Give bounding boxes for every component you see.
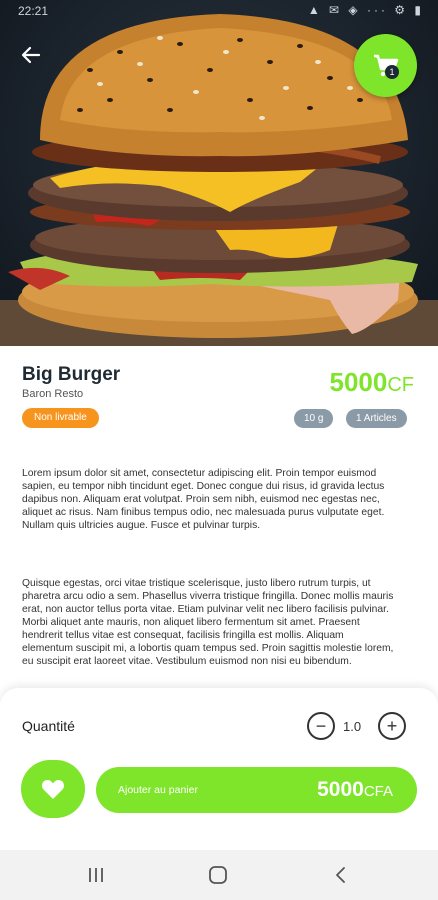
add-price-currency: CFA <box>363 783 393 800</box>
add-to-cart-label: Ajouter au panier <box>118 784 198 796</box>
decrease-quantity-button[interactable]: − <box>307 712 335 740</box>
add-price-amount: 5000 <box>317 778 364 801</box>
product-price: 5000CF <box>329 367 414 398</box>
price-currency: CF <box>387 374 414 396</box>
back-button[interactable] <box>16 40 46 70</box>
description-paragraph-2: Quisque egestas, orci vitae tristique sc… <box>22 578 394 667</box>
back-nav-button[interactable] <box>328 862 354 888</box>
heart-icon <box>41 780 65 799</box>
recent-apps-button[interactable] <box>83 862 109 888</box>
home-icon <box>209 866 227 884</box>
favorite-button[interactable] <box>21 760 85 818</box>
home-button[interactable] <box>205 862 231 888</box>
arrow-left-icon <box>21 46 41 64</box>
status-time: 22:21 <box>18 4 49 18</box>
restaurant-name: Baron Resto <box>22 388 84 400</box>
increase-quantity-button[interactable]: + <box>378 712 406 740</box>
availability-badge: Non livrable <box>22 408 99 428</box>
weight-badge: 10 g <box>294 409 334 428</box>
chevron-left-icon <box>336 867 345 883</box>
product-title: Big Burger <box>22 364 121 385</box>
recent-apps-icon <box>89 868 103 882</box>
cart-badge: 1 <box>385 65 399 79</box>
add-to-cart-price: 5000CFA <box>317 778 393 802</box>
quantity-value: 1.0 <box>343 719 362 734</box>
quantity-label: Quantité <box>22 718 75 734</box>
cart-button[interactable]: 1 <box>354 34 417 97</box>
price-amount: 5000 <box>329 367 388 397</box>
articles-badge: 1 Articles <box>346 409 407 428</box>
status-bar: 22:21 ▲ ✉ ◈ ··· ⚙ ▮ <box>0 0 438 22</box>
system-nav-bar <box>0 850 438 900</box>
description-paragraph-1: Lorem ipsum dolor sit amet, consectetur … <box>22 468 385 531</box>
status-icons: ▲ ✉ ◈ ··· ⚙ ▮ <box>307 3 424 17</box>
add-to-cart-button[interactable]: Ajouter au panier 5000CFA <box>96 767 417 813</box>
